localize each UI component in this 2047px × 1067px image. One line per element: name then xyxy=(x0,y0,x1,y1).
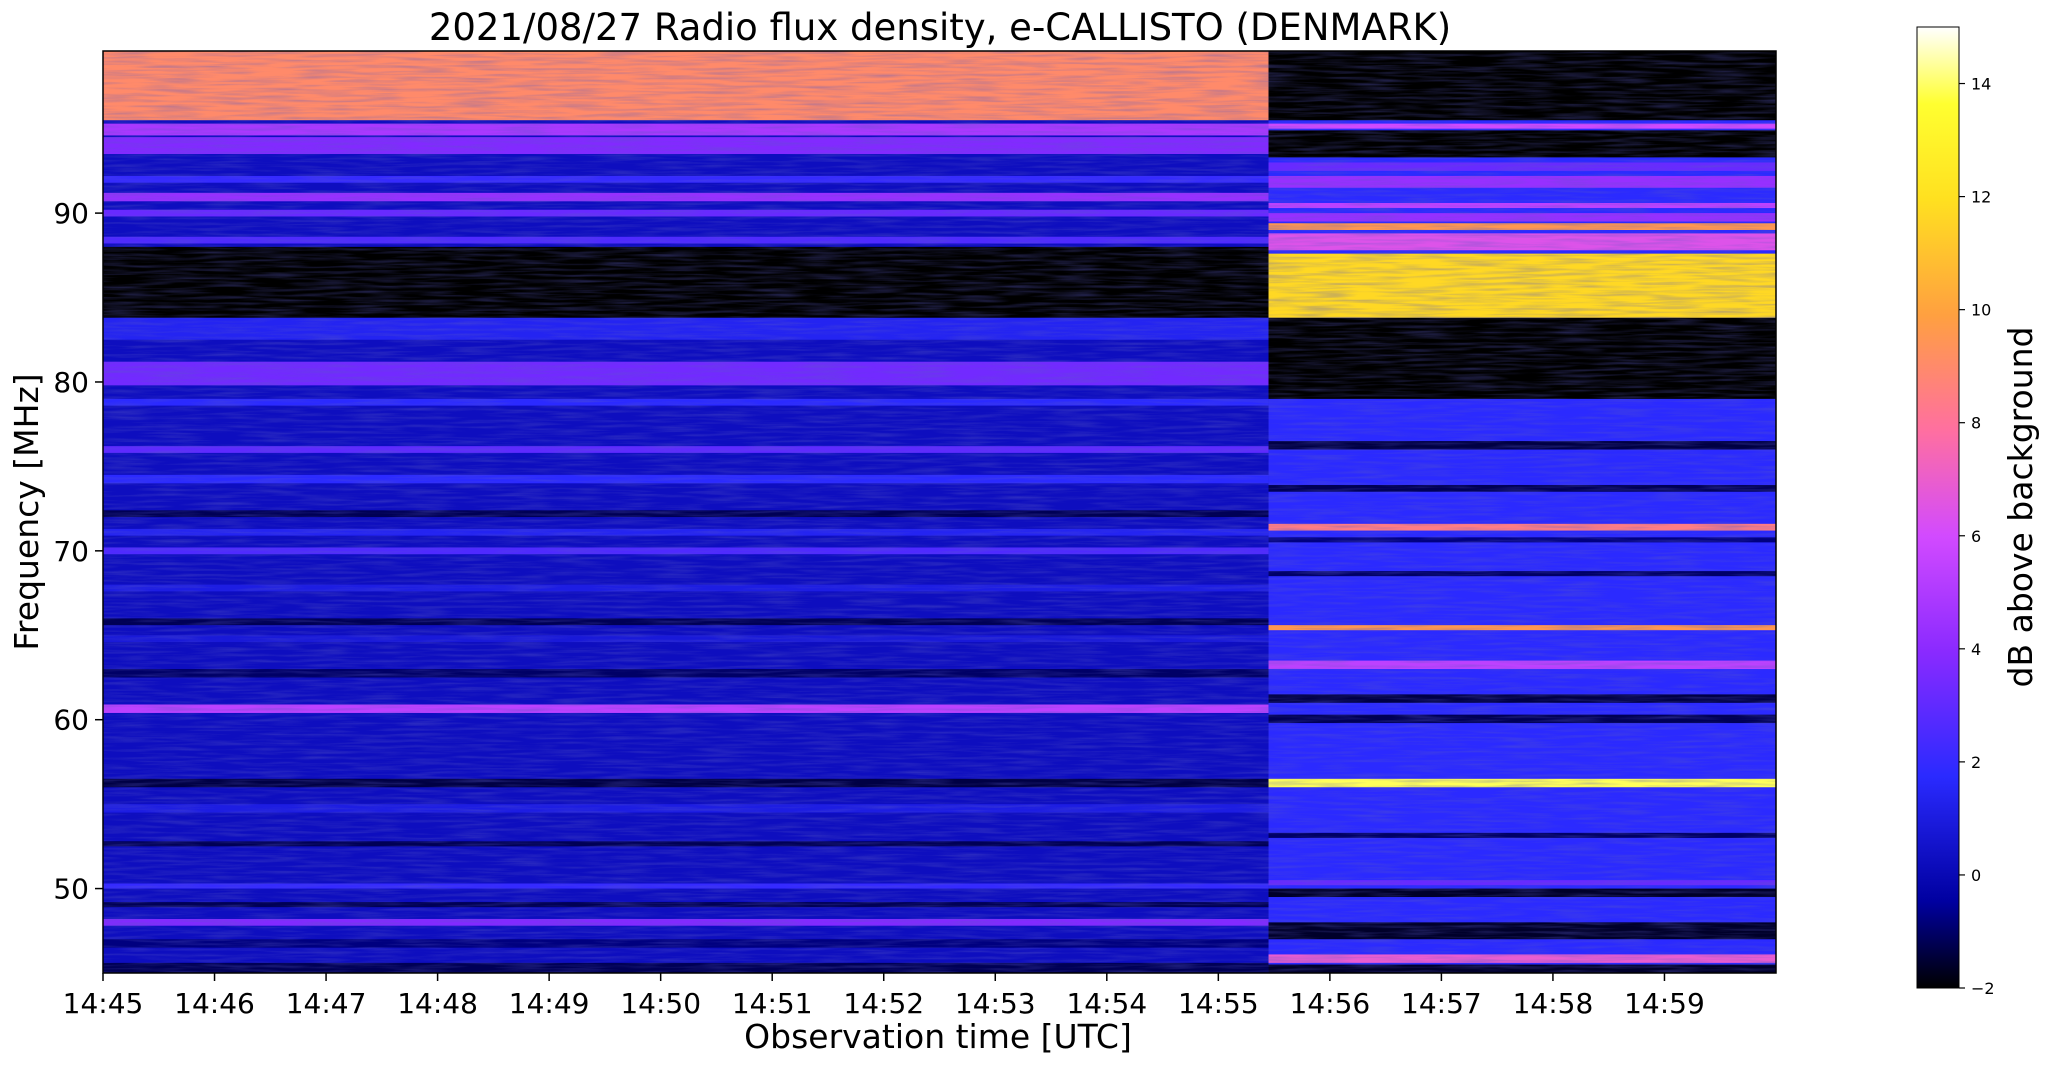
x-tick-label: 14:45 xyxy=(63,987,144,1020)
x-tick-label: 14:54 xyxy=(1066,987,1147,1020)
y-tick-label: 80 xyxy=(53,366,89,399)
colorbar-tick-label: 4 xyxy=(1971,640,1981,659)
colorbar-tick-label: 10 xyxy=(1971,301,1991,320)
x-tick-label: 14:53 xyxy=(955,987,1036,1020)
colorbar-tick-label: 12 xyxy=(1971,188,1991,207)
x-tick-label: 14:52 xyxy=(843,987,924,1020)
colorbar-ticks: −2 0 2 4 6 8 10 12 14 xyxy=(1959,75,1995,998)
x-tick-label: 14:58 xyxy=(1513,987,1594,1020)
x-tick-label: 14:47 xyxy=(286,987,367,1020)
x-tick-label: 14:59 xyxy=(1624,987,1705,1020)
x-tick-label: 14:56 xyxy=(1290,987,1371,1020)
y-tick-label: 90 xyxy=(53,197,89,230)
texture-overlay xyxy=(103,51,1776,973)
y-axis-label: Frequency [MHz] xyxy=(7,373,46,650)
colorbar-tick-label: 8 xyxy=(1971,414,1981,433)
colorbar: −2 0 2 4 6 8 10 12 14 dB above background xyxy=(1916,26,2040,998)
y-tick-label: 60 xyxy=(53,704,89,737)
x-tick-label: 14:50 xyxy=(620,987,701,1020)
colorbar-gradient xyxy=(1916,26,1960,989)
y-tick-label: 50 xyxy=(53,873,89,906)
x-tick-label: 14:55 xyxy=(1178,987,1259,1020)
x-tick-label: 14:57 xyxy=(1401,987,1482,1020)
colorbar-tick-label: 6 xyxy=(1971,527,1981,546)
x-tick-label: 14:51 xyxy=(732,987,813,1020)
y-axis: 50 60 70 80 90 xyxy=(53,197,103,906)
colorbar-label: dB above background xyxy=(2001,327,2040,688)
colorbar-tick-label: −2 xyxy=(1971,979,1995,998)
chart-title: 2021/08/27 Radio flux density, e-CALLIST… xyxy=(429,6,1451,49)
colorbar-tick-label: 14 xyxy=(1971,75,1991,94)
plot-area xyxy=(102,50,1777,974)
x-tick-label: 14:49 xyxy=(509,987,590,1020)
x-tick-label: 14:46 xyxy=(174,987,255,1020)
colorbar-tick-label: 0 xyxy=(1971,866,1981,885)
colorbar-tick-label: 2 xyxy=(1971,753,1981,772)
x-axis-label: Observation time [UTC] xyxy=(744,1017,1132,1056)
spectrogram-figure: 2021/08/27 Radio flux density, e-CALLIST… xyxy=(7,6,2040,1056)
x-axis: 14:45 14:46 14:47 14:48 14:49 14:50 14:51 14:52… xyxy=(63,973,1705,1020)
y-tick-label: 70 xyxy=(53,535,89,568)
x-tick-label: 14:48 xyxy=(397,987,478,1020)
